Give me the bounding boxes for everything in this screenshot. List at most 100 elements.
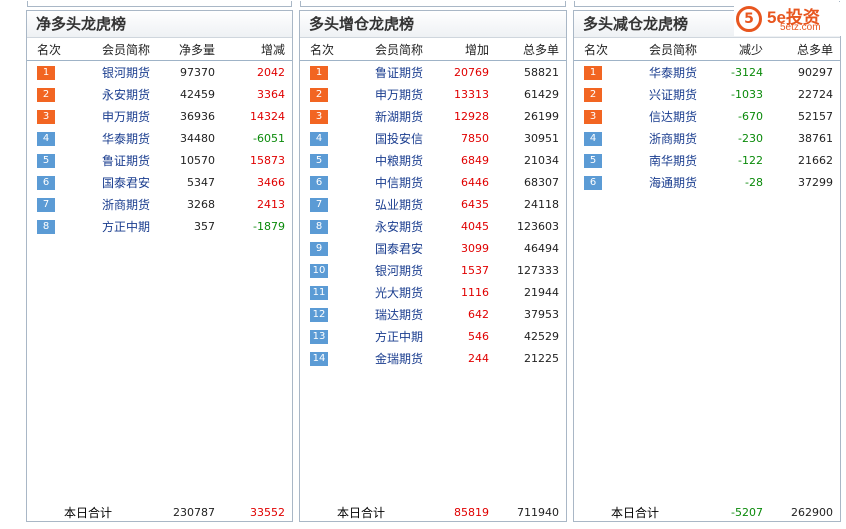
rank-badge: 6 [37, 176, 55, 190]
table-row: 6 中信期货 6446 68307 [300, 172, 566, 194]
member-name-link[interactable]: 南华期货 [649, 150, 697, 172]
daily-total-secondary: 262900 [791, 506, 833, 519]
table-row: 2 兴证期货 -1033 22724 [574, 84, 840, 106]
rank-badge: 2 [37, 88, 55, 102]
table-row: 6 国泰君安 5347 3466 [27, 172, 292, 194]
value-primary: 642 [468, 308, 489, 321]
value-secondary: 58821 [524, 66, 559, 79]
daily-total-row: 本日合计 85819 711940 [300, 503, 566, 523]
column-header[interactable]: 名次 [37, 39, 61, 61]
column-header[interactable]: 增加 [465, 39, 489, 61]
member-name-link[interactable]: 信达期货 [649, 106, 697, 128]
rank-badge: 8 [37, 220, 55, 234]
member-name-link[interactable]: 永安期货 [102, 84, 150, 106]
logo-site-text: 5etz.com [780, 22, 821, 33]
member-name-link[interactable]: 中粮期货 [375, 150, 423, 172]
value-primary: 6435 [461, 198, 489, 211]
column-header[interactable]: 净多量 [179, 39, 215, 61]
member-name-link[interactable]: 瑞达期货 [375, 304, 423, 326]
member-name-link[interactable]: 申万期货 [375, 84, 423, 106]
rank-badge: 5 [310, 154, 328, 168]
rank-badge: 3 [310, 110, 328, 124]
table-header: 名次 会员简称 净多量 增减 [27, 39, 292, 61]
value-primary: 546 [468, 330, 489, 343]
value-primary: 3268 [187, 198, 215, 211]
value-primary: 42459 [180, 88, 215, 101]
rank-badge: 8 [310, 220, 328, 234]
table-row: 8 方正中期 357 -1879 [27, 216, 292, 238]
member-name-link[interactable]: 银河期货 [375, 260, 423, 282]
value-primary: 20769 [454, 66, 489, 79]
rank-badge: 3 [37, 110, 55, 124]
value-primary: -3124 [731, 66, 763, 79]
column-header[interactable]: 总多单 [797, 39, 833, 61]
column-header[interactable]: 会员简称 [102, 39, 150, 61]
member-name-link[interactable]: 光大期货 [375, 282, 423, 304]
value-secondary: 90297 [798, 66, 833, 79]
logo-circle-icon: 5 [736, 6, 762, 32]
value-secondary: 15873 [250, 154, 285, 167]
value-primary: -122 [738, 154, 763, 167]
rank-badge: 12 [310, 308, 328, 322]
table-header: 名次 会员简称 增加 总多单 [300, 39, 566, 61]
member-name-link[interactable]: 海通期货 [649, 172, 697, 194]
member-name-link[interactable]: 华泰期货 [102, 128, 150, 150]
column-header[interactable]: 会员简称 [375, 39, 423, 61]
column-header[interactable]: 增减 [261, 39, 285, 61]
table-row: 2 永安期货 42459 3364 [27, 84, 292, 106]
column-header[interactable]: 减少 [739, 39, 763, 61]
table-row: 3 新湖期货 12928 26199 [300, 106, 566, 128]
daily-total-label: 本日合计 [611, 506, 660, 520]
column-header[interactable]: 名次 [584, 39, 608, 61]
value-primary: 36936 [180, 110, 215, 123]
value-secondary: 2413 [257, 198, 285, 211]
value-primary: 13313 [454, 88, 489, 101]
panel-top-border [27, 1, 292, 7]
member-name-link[interactable]: 新湖期货 [375, 106, 423, 128]
member-name-link[interactable]: 方正中期 [375, 326, 423, 348]
panel-2: 多头减仓龙虎榜 名次 会员简称 减少 总多单 1 华泰期货 -3124 90297 2 兴证期货 -1… [573, 1, 841, 522]
value-primary: 6849 [461, 154, 489, 167]
member-name-link[interactable]: 国投安信 [375, 128, 423, 150]
rank-badge: 4 [37, 132, 55, 146]
value-secondary: 52157 [798, 110, 833, 123]
member-name-link[interactable]: 弘业期货 [375, 194, 423, 216]
site-logo[interactable]: 5 5e投资 5etz.com [734, 2, 844, 36]
panel-title: 净多头龙虎榜 [27, 11, 292, 38]
member-name-link[interactable]: 国泰君安 [102, 172, 150, 194]
value-secondary: 21662 [798, 154, 833, 167]
daily-total-primary: 230787 [173, 506, 215, 519]
member-name-link[interactable]: 方正中期 [102, 216, 150, 238]
value-secondary: -6051 [253, 132, 285, 145]
rank-badge: 13 [310, 330, 328, 344]
rank-badge: 2 [310, 88, 328, 102]
table-row: 10 银河期货 1537 127333 [300, 260, 566, 282]
value-secondary: 21034 [524, 154, 559, 167]
value-secondary: 2042 [257, 66, 285, 79]
column-header[interactable]: 会员简称 [649, 39, 697, 61]
column-header[interactable]: 总多单 [523, 39, 559, 61]
member-name-link[interactable]: 鲁证期货 [375, 62, 423, 84]
rank-badge: 5 [584, 154, 602, 168]
member-name-link[interactable]: 中信期货 [375, 172, 423, 194]
table-row: 7 弘业期货 6435 24118 [300, 194, 566, 216]
table-row: 14 金瑞期货 244 21225 [300, 348, 566, 370]
column-header[interactable]: 名次 [310, 39, 334, 61]
member-name-link[interactable]: 国泰君安 [375, 238, 423, 260]
value-secondary: 30951 [524, 132, 559, 145]
member-name-link[interactable]: 鲁证期货 [102, 150, 150, 172]
daily-total-secondary: 711940 [517, 506, 559, 519]
member-name-link[interactable]: 金瑞期货 [375, 348, 423, 370]
member-name-link[interactable]: 兴证期货 [649, 84, 697, 106]
value-primary: 5347 [187, 176, 215, 189]
member-name-link[interactable]: 浙商期货 [102, 194, 150, 216]
rank-badge: 6 [584, 176, 602, 190]
value-primary: 10570 [180, 154, 215, 167]
member-name-link[interactable]: 银河期货 [102, 62, 150, 84]
member-name-link[interactable]: 华泰期货 [649, 62, 697, 84]
member-name-link[interactable]: 申万期货 [102, 106, 150, 128]
value-primary: -28 [745, 176, 763, 189]
member-name-link[interactable]: 永安期货 [375, 216, 423, 238]
member-name-link[interactable]: 浙商期货 [649, 128, 697, 150]
table-row: 12 瑞达期货 642 37953 [300, 304, 566, 326]
